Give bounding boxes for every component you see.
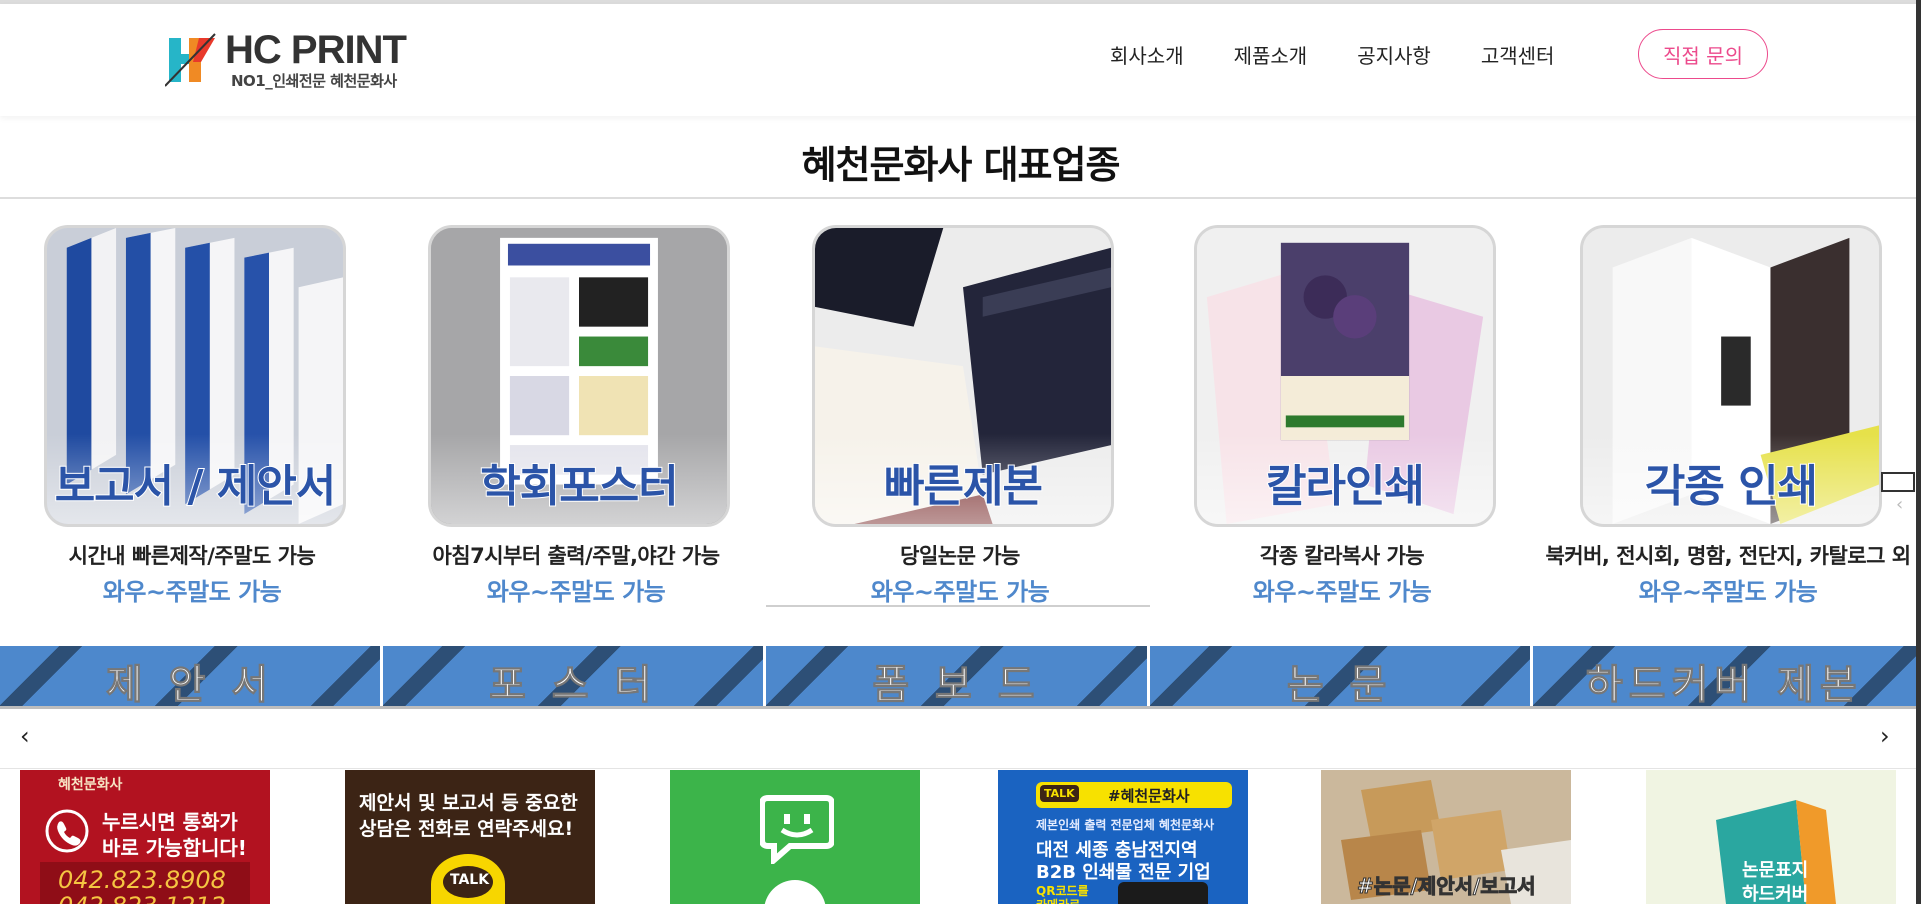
band-item-hardcover[interactable]: 하드커버 제본	[1532, 646, 1916, 707]
card-subtext: 와우~주말도 가능	[102, 578, 282, 606]
hashtag-label: #혜천문화사	[1108, 787, 1190, 805]
banner-line: #논문/제안서/보고서	[1357, 874, 1537, 899]
banner-kakao-talk[interactable]: 제안서 및 보고서 등 중요한 상담은 전화로 연락주세요! TALK	[345, 770, 595, 904]
band-item-proposal[interactable]: 제 안 서	[0, 646, 384, 707]
card-description: 북커버, 전시회, 명함, 전단지, 카탈로그 외	[1545, 544, 1911, 568]
band-item-foamboard[interactable]: 폼 보 드	[766, 646, 1150, 707]
card-label: 빠른제본	[883, 460, 1044, 513]
card-academic-poster[interactable]: 학회포스터 아침7시부터 출력/주말,야간 가능 와우~주말도 가능	[384, 224, 768, 606]
card-description: 시간내 빠른제작/주말도 가능	[68, 544, 316, 568]
card-subtext: 와우~주말도 가능	[486, 578, 666, 606]
banner-line: 제안서 및 보고서 등 중요한	[359, 792, 578, 814]
band-label: 포 스 터	[489, 662, 658, 707]
band-item-thesis[interactable]: 논 문	[1149, 646, 1533, 707]
card-label: 학회포스터	[479, 460, 679, 513]
banner-thesis-cover[interactable]: 논문표지 하드커버	[1646, 770, 1896, 904]
card-subtext: 와우~주말도 가능	[1252, 578, 1432, 606]
nav-item-products[interactable]: 제품소개	[1234, 40, 1308, 69]
band-divider	[0, 706, 1916, 709]
prev-arrow-icon[interactable]: ‹	[20, 722, 30, 750]
banner-call[interactable]: 혜천문화사 누르시면 통화가 바로 가능합니다! 042.823.8908 04…	[20, 770, 270, 904]
section-divider	[0, 197, 1921, 199]
banner-line: 누르시면 통화가	[102, 810, 238, 834]
next-arrow-icon[interactable]: ›	[1880, 722, 1890, 750]
hc-logo-icon	[165, 33, 216, 87]
card-image: 칼라인쇄	[1194, 225, 1496, 527]
card-subtext: 와우~주말도 가능	[870, 578, 1050, 606]
main-nav: 회사소개 제품소개 공지사항 고객센터	[1110, 40, 1604, 69]
banner-line: 바로 가능합니다!	[102, 836, 247, 860]
banner-line: 제본인쇄 출력 전문업체 혜천문화사	[1036, 818, 1215, 832]
active-card-indicator	[766, 605, 1150, 607]
talk-badge-label: TALK	[450, 872, 490, 888]
banner-line: 하드커버	[1742, 884, 1809, 904]
naver-talk-icon	[764, 880, 826, 904]
category-band: 제 안 서 포 스 터 폼 보 드 논 문 하드커버 제본	[0, 646, 1916, 706]
talk-icon: TALK	[1040, 785, 1079, 802]
banner-strip: 혜천문화사 누르시면 통화가 바로 가능합니다! 042.823.8908 04…	[0, 770, 1916, 904]
card-various-print[interactable]: 각종 인쇄 북커버, 전시회, 명함, 전단지, 카탈로그 외 와우~주말도 가…	[1536, 224, 1920, 606]
card-description: 당일논문 가능	[900, 544, 1020, 568]
banner-shipping[interactable]: #논문/제안서/보고서	[1321, 770, 1571, 904]
card-image: 보고서 / 제안서	[44, 225, 346, 527]
nav-item-notices[interactable]: 공지사항	[1357, 40, 1431, 69]
side-widget[interactable]	[1881, 472, 1915, 492]
band-label: 폼 보 드	[872, 662, 1041, 707]
banner-kakao-channel[interactable]: TALK #혜천문화사 제본인쇄 출력 전문업체 혜천문화사 대전 세종 충남전…	[998, 770, 1248, 904]
card-subtext: 와우~주말도 가능	[1638, 578, 1818, 606]
site-header: HC PRINT NO1_인쇄전문 혜천문화사 회사소개 제품소개 공지사항 고…	[0, 4, 1921, 116]
banner-line: 상담은 전화로 연락주세요!	[359, 818, 574, 840]
card-description: 아침7시부터 출력/주말,야간 가능	[432, 544, 720, 568]
business-carousel: 보고서 / 제안서 시간내 빠른제작/주말도 가능 와우~주말도 가능 학회포스…	[0, 224, 1921, 614]
banner-phone: 042.823.1212	[58, 892, 226, 904]
section-title: 혜천문화사 대표업종	[801, 143, 1121, 187]
banner-line: 카메라로	[1036, 896, 1080, 904]
card-report-proposal[interactable]: 보고서 / 제안서 시간내 빠른제작/주말도 가능 와우~주말도 가능	[0, 224, 384, 606]
direct-inquiry-button[interactable]: 직접 문의	[1638, 29, 1768, 79]
phone-image	[1118, 882, 1208, 904]
banner-line: B2B 인쇄물 전문 기업	[1036, 862, 1211, 883]
banner-divider	[0, 768, 1916, 769]
phone-icon	[45, 809, 89, 853]
banner-phone: 042.823.8908	[58, 866, 226, 894]
card-quick-binding[interactable]: 빠른제본 당일논문 가능 와우~주말도 가능	[768, 224, 1152, 606]
banner-logo: 혜천문화사	[58, 777, 123, 793]
band-label: 하드커버 제본	[1585, 662, 1863, 707]
card-image: 각종 인쇄	[1580, 225, 1882, 527]
card-color-print[interactable]: 칼라인쇄 각종 칼라복사 가능 와우~주말도 가능	[1150, 224, 1534, 606]
band-item-poster[interactable]: 포 스 터	[383, 646, 767, 707]
card-description: 각종 칼라복사 가능	[1259, 544, 1425, 568]
card-label: 각종 인쇄	[1644, 460, 1819, 513]
carousel-next-icon[interactable]: ‹	[1896, 494, 1903, 515]
card-label: 칼라인쇄	[1265, 460, 1426, 513]
logo-subtitle: NO1_인쇄전문 혜천문화사	[231, 72, 397, 90]
logo-title: HC PRINT	[225, 28, 407, 72]
banner-line: 논문표지	[1742, 860, 1809, 881]
band-label: 논 문	[1286, 662, 1393, 707]
card-image: 빠른제본	[812, 225, 1114, 527]
nav-item-support[interactable]: 고객센터	[1481, 40, 1555, 69]
logo[interactable]: HC PRINT NO1_인쇄전문 혜천문화사	[165, 26, 407, 92]
scrollbar[interactable]	[1916, 0, 1921, 904]
chat-bubble-icon	[760, 795, 834, 864]
band-label: 제 안 서	[105, 662, 275, 707]
card-image: 학회포스터	[428, 225, 730, 527]
banner-talk-talk[interactable]	[670, 770, 920, 904]
card-label: 보고서 / 제안서	[54, 460, 338, 513]
nav-item-about[interactable]: 회사소개	[1110, 40, 1184, 69]
